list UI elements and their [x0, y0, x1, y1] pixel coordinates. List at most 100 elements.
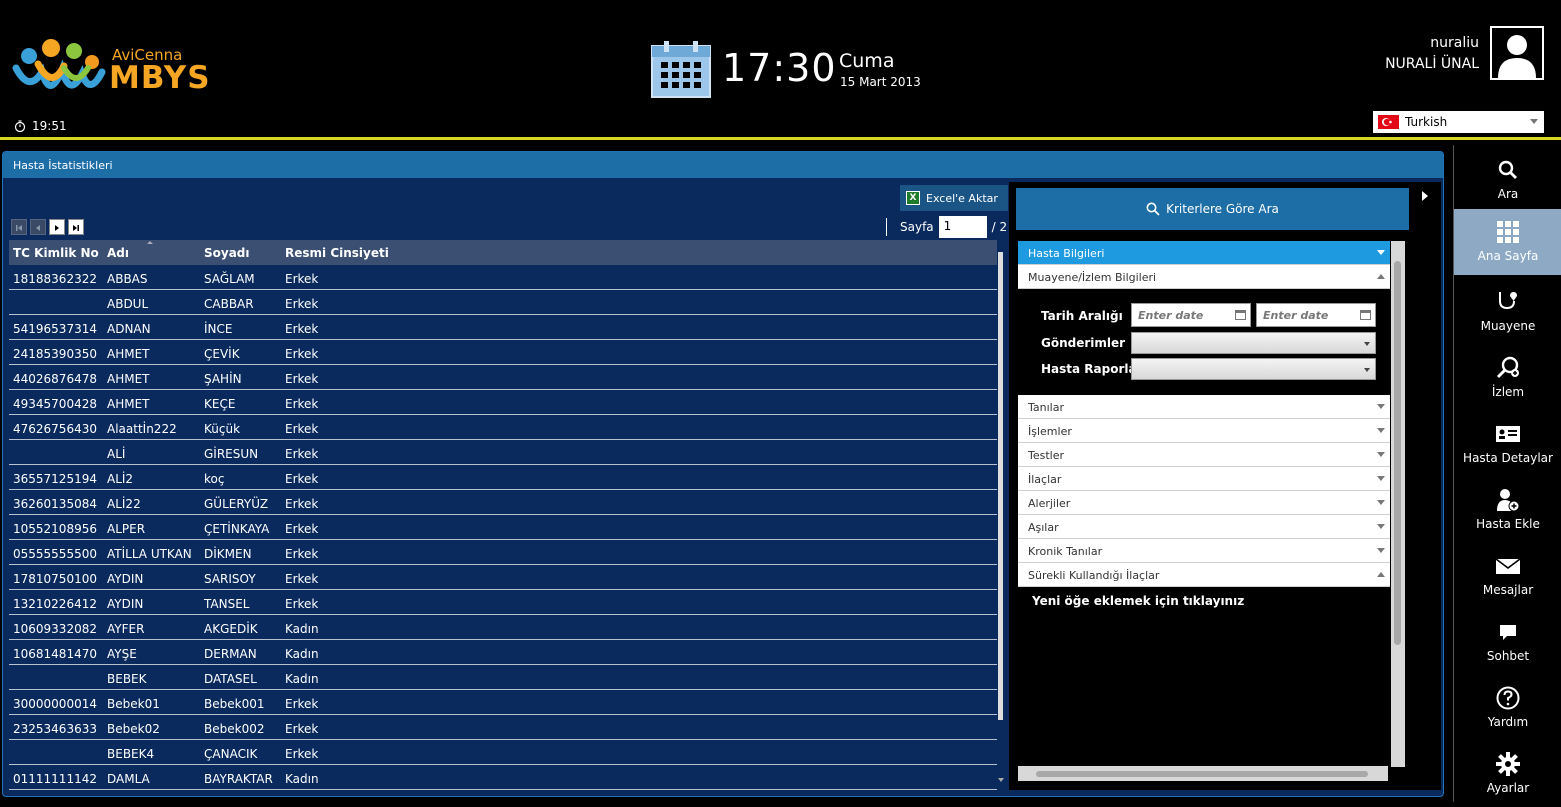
cell-name: ALİ2 [107, 472, 134, 486]
table-row[interactable]: 18188362322 ABBAS SAĞLAM Erkek [9, 265, 997, 290]
calendar-picker-icon[interactable] [1235, 309, 1246, 320]
table-row[interactable]: 44026876478 AHMET ŞAHİN Erkek [9, 365, 997, 390]
reports-select[interactable] [1131, 358, 1376, 380]
table-row[interactable]: 54196537314 ADNAN İNCE Erkek [9, 315, 997, 340]
sidebar-item-messages[interactable]: Mesajlar [1454, 543, 1561, 609]
table-row[interactable]: 30000000014 Bebek01 Bebek001 Erkek [9, 690, 997, 715]
cell-surname: Bebek002 [204, 722, 265, 736]
scroll-down-icon[interactable] [998, 778, 1004, 782]
cell-gender: Erkek [285, 422, 319, 436]
cell-gender: Erkek [285, 347, 319, 361]
table-row[interactable]: 24185390350 AHMET ÇEVİK Erkek [9, 340, 997, 365]
collapse-pane-icon[interactable] [1422, 191, 1428, 201]
column-header-name[interactable]: Adı [107, 246, 129, 260]
referrals-select[interactable] [1131, 332, 1376, 354]
section-patient-info[interactable]: Hasta Bilgileri [1018, 241, 1390, 265]
column-header-tc[interactable]: TC Kimlik No [13, 246, 99, 260]
table-row[interactable]: 13210226412 AYDIN TANSEL Erkek [9, 590, 997, 615]
sidebar-item-label: Hasta Ekle [1476, 517, 1540, 531]
export-excel-button[interactable]: X Excel'e Aktar [900, 185, 1008, 211]
cell-tc: 01111111142 [13, 772, 97, 786]
cell-gender: Kadın [285, 672, 319, 686]
table-row[interactable]: 47626756430 Alaattİn222 Küçük Erkek [9, 415, 997, 440]
next-page-button[interactable] [49, 219, 65, 235]
prev-page-button[interactable] [30, 219, 46, 235]
first-page-button[interactable] [11, 219, 27, 235]
section-chronic-diagnoses[interactable]: Kronik Tanılar [1018, 539, 1390, 563]
scroll-thumb[interactable] [1394, 261, 1401, 645]
gear-icon [1496, 752, 1520, 776]
cell-gender: Erkek [285, 372, 319, 386]
cell-surname: TANSEL [204, 597, 250, 611]
section-exam-info[interactable]: Muayene/İzlem Bilgileri [1018, 265, 1390, 289]
patient-statistics-panel: Hasta İstatistikleri X Excel'e Aktar Say… [2, 151, 1444, 797]
column-header-surname[interactable]: Soyadı [204, 246, 250, 260]
sidebar-item-label: Yardım [1487, 715, 1529, 729]
language-select[interactable]: Turkish [1373, 111, 1544, 133]
table-row[interactable]: BEBEK4 ÇANACIK Erkek [9, 740, 997, 765]
prev-page-icon [36, 225, 40, 231]
table-row[interactable]: 01111111142 DAMLA BAYRAKTAR Kadın [9, 765, 997, 790]
sidebar-item-patient-details[interactable]: Hasta Detaylar [1454, 411, 1561, 477]
cell-gender: Erkek [285, 522, 319, 536]
add-new-item-link[interactable]: Yeni öğe eklemek için tıklayınız [1018, 587, 1390, 613]
current-day: Cuma [839, 50, 895, 72]
cell-gender: Kadın [285, 772, 319, 786]
cell-name: AYŞE [107, 647, 137, 661]
sidebar-item-settings[interactable]: Ayarlar [1454, 741, 1561, 807]
accordion-horizontal-scrollbar[interactable] [1018, 766, 1388, 781]
table-row[interactable]: 36260135084 ALİ22 GÜLERYÜZ Erkek [9, 490, 997, 515]
page-number-input[interactable]: 1 [938, 216, 987, 238]
end-date-placeholder: Enter date [1263, 309, 1329, 322]
cell-surname: CABBAR [204, 297, 254, 311]
add-user-icon [1497, 489, 1520, 512]
table-row[interactable]: 23253463633 Bebek02 Bebek002 Erkek [9, 715, 997, 740]
table-row[interactable]: 10681481470 AYŞE DERMAN Kadın [9, 640, 997, 665]
table-row[interactable]: ALİ GİRESUN Erkek [9, 440, 997, 465]
search-criteria-pane: Kriterlere Göre Ara Hasta Bilgileri Muay… [1009, 182, 1441, 790]
start-date-input[interactable]: Enter date [1131, 303, 1251, 327]
cell-tc: 10681481470 [13, 647, 97, 661]
grid-scrollbar[interactable] [998, 252, 1003, 720]
app-logo: AviCenna MBYS [12, 38, 212, 102]
section-regular-medications[interactable]: Sürekli Kullandığı İlaçlar [1018, 563, 1390, 587]
section-procedures[interactable]: İşlemler [1018, 419, 1390, 443]
calendar-picker-icon[interactable] [1360, 309, 1371, 320]
scroll-thumb[interactable] [1036, 771, 1368, 777]
accordion-vertical-scrollbar[interactable] [1391, 241, 1405, 767]
sidebar-item-add-patient[interactable]: Hasta Ekle [1454, 477, 1561, 543]
table-row[interactable]: 05555555500 ATİLLA UTKAN DİKMEN Erkek [9, 540, 997, 565]
section-allergies[interactable]: Alerjiler [1018, 491, 1390, 515]
sidebar-item-monitoring[interactable]: İzlem [1454, 345, 1561, 411]
table-row[interactable]: 36557125194 ALİ2 koç Erkek [9, 465, 997, 490]
date-range-label: Tarih Aralığı [1041, 309, 1123, 323]
column-header-gender[interactable]: Resmi Cinsiyeti [285, 246, 389, 260]
section-diagnoses[interactable]: Tanılar [1018, 395, 1390, 419]
section-medications[interactable]: İlaçlar [1018, 467, 1390, 491]
table-row[interactable]: 10552108956 ALPER ÇETİNKAYA Erkek [9, 515, 997, 540]
chevron-down-icon [1377, 428, 1385, 433]
cell-surname: koç [204, 472, 225, 486]
table-row[interactable]: ABDUL CABBAR Erkek [9, 290, 997, 315]
section-label: Hasta Bilgileri [1028, 247, 1105, 260]
user-avatar[interactable] [1490, 26, 1544, 80]
last-page-button[interactable] [68, 219, 84, 235]
section-label: Aşılar [1028, 521, 1059, 534]
table-row[interactable]: 49345700428 AHMET KEÇE Erkek [9, 390, 997, 415]
calendar-icon [651, 41, 711, 98]
section-label: İşlemler [1028, 425, 1072, 438]
sidebar-item-search[interactable]: Ara [1454, 147, 1561, 213]
chevron-up-icon [1377, 274, 1385, 279]
sidebar-item-examination[interactable]: Muayene [1454, 279, 1561, 345]
table-row[interactable]: 10609332082 AYFER AKGEDİK Kadın [9, 615, 997, 640]
search-by-criteria-button[interactable]: Kriterlere Göre Ara [1016, 188, 1409, 230]
section-vaccines[interactable]: Aşılar [1018, 515, 1390, 539]
table-row[interactable]: 17810750100 AYDIN SARISOY Erkek [9, 565, 997, 590]
section-tests[interactable]: Testler [1018, 443, 1390, 467]
sidebar-item-chat[interactable]: Sohbet [1454, 609, 1561, 675]
end-date-input[interactable]: Enter date [1256, 303, 1376, 327]
sidebar-item-help[interactable]: Yardım [1454, 675, 1561, 741]
cell-name: BEBEK4 [107, 747, 155, 761]
sidebar-item-home[interactable]: Ana Sayfa [1454, 209, 1561, 275]
table-row[interactable]: BEBEK DATASEL Kadın [9, 665, 997, 690]
